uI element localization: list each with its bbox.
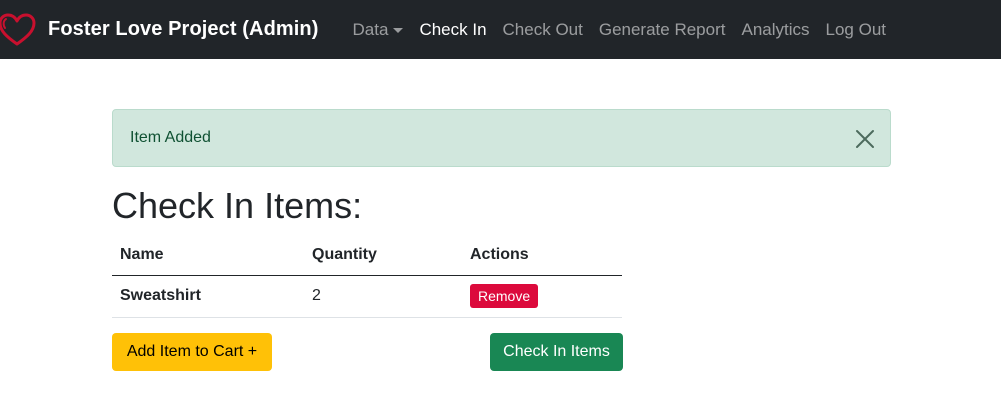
table-header-row: Name Quantity Actions: [112, 235, 622, 276]
table-row: Sweatshirt 2 Remove: [112, 275, 622, 318]
navbar: Foster Love Project (Admin) Data Check I…: [0, 0, 1001, 59]
caret-down-icon: [393, 28, 404, 33]
nav-data-dropdown[interactable]: Data: [353, 20, 404, 40]
header-quantity: Quantity: [304, 235, 462, 276]
nav-analytics[interactable]: Analytics: [741, 20, 809, 40]
remove-button[interactable]: Remove: [470, 284, 539, 308]
nav-check-out[interactable]: Check Out: [503, 20, 583, 40]
items-table: Name Quantity Actions Sweatshirt 2 Remov…: [112, 235, 622, 318]
item-quantity-cell: 2: [304, 275, 462, 318]
header-name: Name: [112, 235, 304, 276]
close-icon[interactable]: [854, 128, 876, 150]
success-alert: Item Added: [112, 109, 891, 167]
item-name-cell: Sweatshirt: [112, 275, 304, 318]
check-in-items-button[interactable]: Check In Items: [490, 333, 623, 371]
header-actions: Actions: [462, 235, 622, 276]
alert-message: Item Added: [130, 129, 211, 146]
brand-link[interactable]: Foster Love Project (Admin): [0, 0, 319, 59]
heart-outline-icon: [0, 13, 36, 45]
brand-title: Foster Love Project (Admin): [48, 18, 319, 40]
nav-generate-report[interactable]: Generate Report: [599, 20, 726, 40]
add-item-to-cart-button[interactable]: Add Item to Cart +: [112, 333, 272, 371]
page-title: Check In Items:: [112, 185, 363, 226]
nav-log-out[interactable]: Log Out: [826, 20, 887, 40]
nav-check-in[interactable]: Check In: [419, 20, 486, 40]
nav-links: Data Check In Check Out Generate Report …: [353, 0, 903, 59]
nav-data-label: Data: [352, 19, 389, 39]
item-actions-cell: Remove: [462, 275, 622, 318]
